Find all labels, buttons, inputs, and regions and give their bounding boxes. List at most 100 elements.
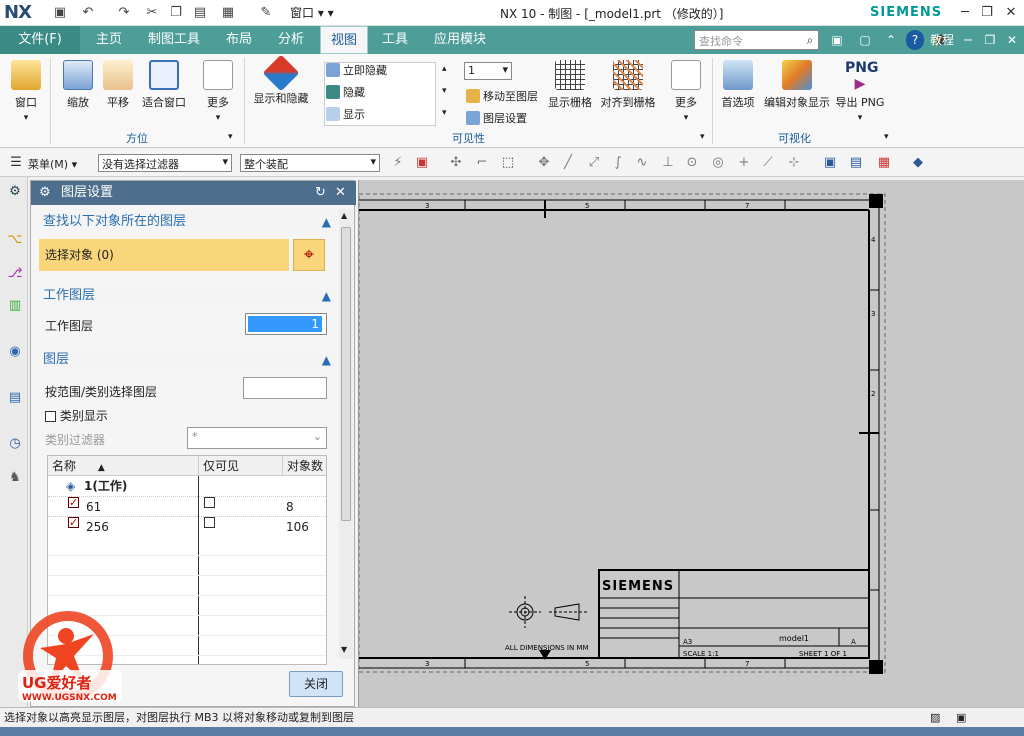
cross-icon[interactable]: + bbox=[736, 155, 752, 171]
layer-dropdown[interactable]: 1 bbox=[464, 62, 512, 80]
window-button[interactable]: 窗口 ▾ bbox=[6, 60, 46, 123]
dialog-scrollbar[interactable]: ▲ ▼ bbox=[339, 209, 353, 659]
hide-now-button[interactable]: 立即隐藏 bbox=[326, 62, 387, 78]
checkbox[interactable] bbox=[45, 411, 56, 422]
tangent-icon[interactable]: ⟋ bbox=[760, 155, 776, 171]
snap-grid-button[interactable]: 对齐到栅格 bbox=[600, 60, 656, 110]
intersect-icon[interactable]: ⊥ bbox=[660, 155, 676, 171]
ribbon-minimize-icon[interactable]: ─ bbox=[958, 30, 978, 50]
gear-icon[interactable]: ⚙ bbox=[6, 183, 24, 201]
select-objects-field[interactable]: 选择对象 (0) bbox=[39, 239, 289, 271]
tab-file[interactable]: 文件(F) bbox=[0, 26, 80, 54]
window-menu[interactable]: 窗口 ▾ ▾ bbox=[290, 4, 334, 21]
tab-analysis[interactable]: 分析 bbox=[268, 26, 314, 54]
view-icon[interactable]: ▣ bbox=[822, 155, 838, 171]
endpoint-icon[interactable]: ⌐ bbox=[474, 155, 490, 171]
scroll-up-icon[interactable]: ▴ bbox=[442, 64, 447, 74]
tutorial-label[interactable]: 教程 bbox=[926, 30, 954, 50]
expand-up-icon[interactable]: ⌃ bbox=[882, 30, 900, 50]
tab-view[interactable]: 视图 bbox=[320, 26, 368, 54]
dialog-close-icon[interactable]: ✕ bbox=[335, 181, 346, 205]
pan-button[interactable]: 平移 bbox=[100, 60, 136, 110]
save-icon[interactable]: ▣ bbox=[52, 5, 68, 21]
column-header-count[interactable]: 对象数 bbox=[282, 456, 326, 476]
close-button[interactable]: 关闭 bbox=[289, 671, 343, 697]
line-icon[interactable]: ╱ bbox=[560, 155, 576, 171]
fit-window-button[interactable]: 适合窗口 bbox=[140, 60, 188, 110]
tab-tools[interactable]: 工具 bbox=[372, 26, 418, 54]
hide-button[interactable]: 隐藏 bbox=[326, 84, 365, 100]
fit-window-icon[interactable]: ▣ bbox=[828, 30, 846, 50]
work-layer-input[interactable]: 1 bbox=[245, 313, 327, 335]
existing-point-icon[interactable]: ⊹ bbox=[786, 155, 802, 171]
box-select-icon[interactable]: ⬚ bbox=[500, 155, 516, 171]
undo-icon[interactable]: ↶ bbox=[80, 5, 96, 21]
collapse-icon[interactable]: ▲ bbox=[322, 209, 331, 235]
section-find-layers[interactable]: 查找以下对象所在的图层 ▲ bbox=[37, 209, 337, 235]
list-expand-icon[interactable]: ▾ bbox=[442, 108, 447, 118]
scroll-up-icon[interactable]: ▲ bbox=[341, 211, 347, 220]
ribbon-close-icon[interactable]: ✕ bbox=[1002, 30, 1022, 50]
crosshair-select-icon[interactable]: ⌖ bbox=[293, 239, 325, 271]
scroll-thumb[interactable] bbox=[341, 227, 351, 521]
tab-drafting-tools[interactable]: 制图工具 bbox=[138, 26, 210, 54]
column-header-visible[interactable]: 仅可见 bbox=[198, 456, 282, 476]
scope-dropdown[interactable]: 整个装配 bbox=[240, 154, 380, 172]
table-icon[interactable]: ▦ bbox=[876, 155, 892, 171]
visible-only-checkbox[interactable] bbox=[204, 497, 215, 508]
menu-icon[interactable]: ☰ bbox=[8, 155, 24, 171]
drawing-canvas[interactable]: 3 5 7 3 5 7 4 3 2 SIEMENS model1 SCALE 1… bbox=[358, 180, 1024, 707]
redo-icon[interactable]: ↷ bbox=[116, 5, 132, 21]
quadrant-icon[interactable]: ◎ bbox=[710, 155, 726, 171]
preferences-button[interactable]: 首选项 bbox=[718, 60, 758, 110]
status-icon-a[interactable]: ▨ bbox=[930, 708, 940, 728]
reset-icon[interactable]: ↻ bbox=[315, 181, 326, 205]
circle-center-icon[interactable]: ⊙ bbox=[684, 155, 700, 171]
visibility-more-button[interactable]: 更多 ▾ bbox=[666, 60, 706, 123]
close-icon[interactable]: ✕ bbox=[1000, 3, 1022, 23]
role-icon[interactable]: ♞ bbox=[6, 469, 24, 487]
copy-icon[interactable]: ❐ bbox=[168, 5, 184, 21]
table-row-group[interactable]: ◈ 1(工作) bbox=[48, 476, 326, 496]
tab-applications[interactable]: 应用模块 bbox=[424, 26, 496, 54]
spline-icon[interactable]: ∿ bbox=[634, 155, 650, 171]
layer-checkbox[interactable]: ✓ bbox=[68, 517, 79, 528]
main-menu-button[interactable]: 菜单(M) ▾ bbox=[28, 156, 77, 172]
collapse-icon[interactable]: ▲ bbox=[322, 283, 331, 309]
column-header-name[interactable]: 名称 ▲ bbox=[48, 456, 198, 476]
restore-icon[interactable]: ❐ bbox=[976, 3, 998, 23]
history-doc-icon[interactable]: ▤ bbox=[6, 389, 24, 407]
ribbon-restore-icon[interactable]: ❐ bbox=[980, 30, 1000, 50]
search-icon[interactable]: ⌕ bbox=[801, 30, 819, 50]
range-input[interactable] bbox=[243, 377, 327, 399]
export-png-button[interactable]: PNG ▶ 导出 PNG ▾ bbox=[834, 60, 886, 123]
curve-icon[interactable]: ∫ bbox=[610, 155, 626, 171]
monitor-icon[interactable]: ▢ bbox=[856, 30, 874, 50]
tab-home[interactable]: 主页 bbox=[86, 26, 132, 54]
category-filter-dropdown[interactable]: * ⌄ bbox=[187, 427, 327, 449]
help-icon[interactable]: ? bbox=[906, 30, 924, 50]
show-button[interactable]: 显示 bbox=[326, 106, 365, 122]
zoom-button[interactable]: 缩放 bbox=[58, 60, 98, 110]
minimize-icon[interactable]: ─ bbox=[954, 3, 976, 23]
edit-object-display-button[interactable]: 编辑对象显示 bbox=[762, 60, 832, 110]
constraint-navigator-icon[interactable]: ▥ bbox=[6, 297, 24, 315]
point-icon[interactable]: ✣ bbox=[448, 155, 464, 171]
node-icon[interactable]: ✥ bbox=[536, 155, 552, 171]
show-hide-button[interactable]: 显示和隐藏 bbox=[250, 54, 312, 106]
web-browser-icon[interactable]: ◉ bbox=[6, 343, 24, 361]
show-grid-button[interactable]: 显示栅格 bbox=[546, 60, 594, 110]
status-icon-b[interactable]: ▣ bbox=[956, 708, 966, 728]
collapse-icon[interactable]: ▲ bbox=[322, 347, 331, 373]
show-hide-small-icon[interactable]: ◆ bbox=[910, 155, 926, 171]
cut-icon[interactable]: ✂ bbox=[144, 5, 160, 21]
history-clock-icon[interactable]: ◷ bbox=[6, 435, 24, 453]
section-layers[interactable]: 图层 ▲ bbox=[37, 347, 337, 373]
part-navigator-icon[interactable]: ⌥ bbox=[6, 231, 24, 249]
layer-settings-button[interactable]: 图层设置 bbox=[466, 110, 527, 126]
select-icon[interactable]: ▣ bbox=[414, 155, 430, 171]
paste-icon[interactable]: ▤ bbox=[192, 5, 208, 21]
assembly-navigator-icon[interactable]: ⎇ bbox=[6, 265, 24, 283]
touch-mode-icon[interactable]: ✎ bbox=[258, 5, 274, 21]
scroll-down-icon[interactable]: ▾ bbox=[442, 86, 447, 96]
